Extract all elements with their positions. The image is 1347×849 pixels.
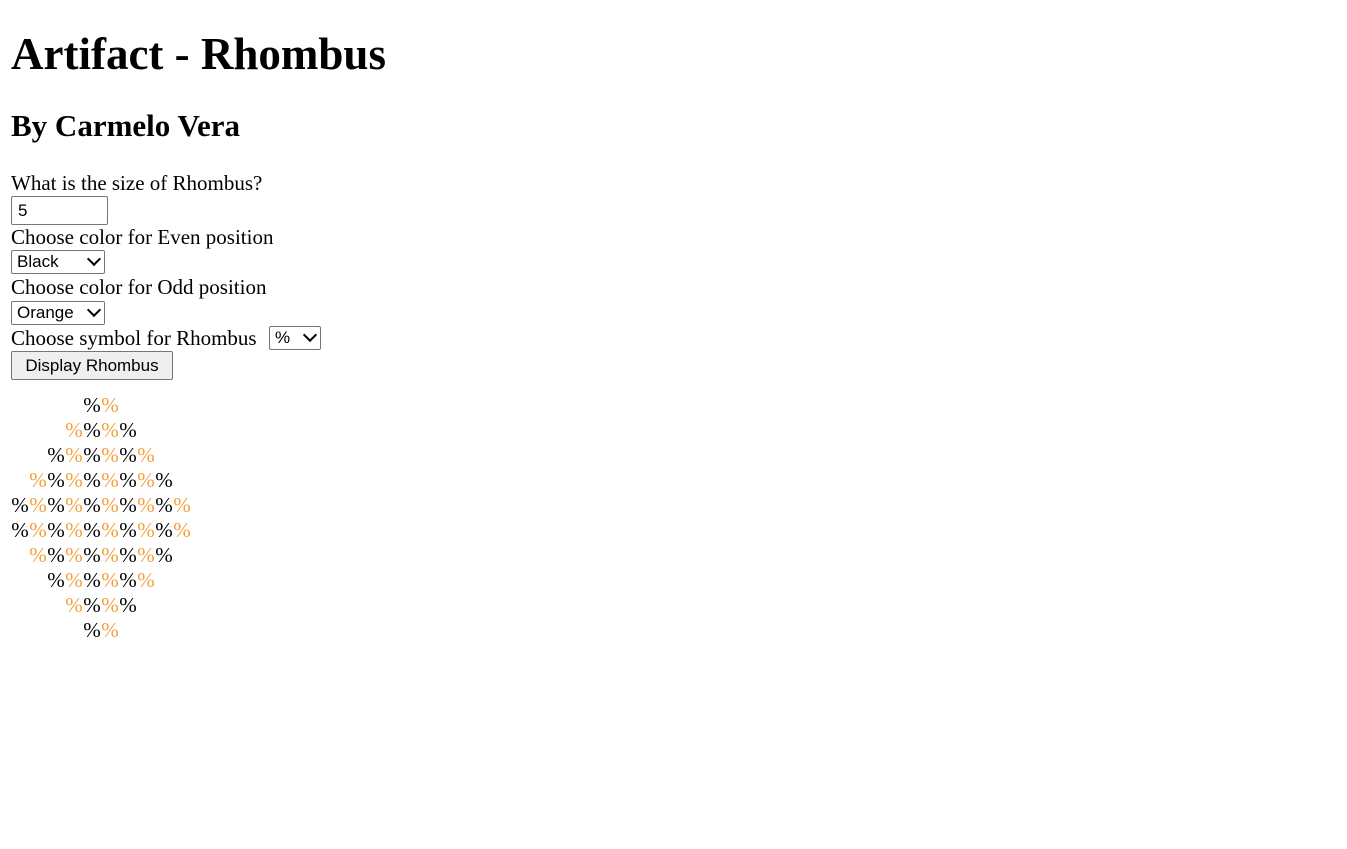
rhombus-output: %%%%%%%%%%%%%%%%%%%%%%%%%%%%%%%%%%%%%%%%… — [11, 393, 191, 643]
rhombus-symbol: % — [29, 468, 47, 492]
rhombus-symbol: % — [101, 468, 119, 492]
rhombus-symbol: % — [101, 443, 119, 467]
page-title: Artifact - Rhombus — [11, 29, 386, 79]
rhombus-symbol: % — [83, 568, 101, 592]
rhombus-symbol: % — [119, 593, 137, 617]
display-rhombus-button[interactable]: Display Rhombus — [11, 351, 173, 380]
size-label: What is the size of Rhombus? — [11, 171, 263, 195]
rhombus-symbol: % — [119, 493, 137, 517]
rhombus-symbol: % — [65, 543, 83, 567]
rhombus-symbol: % — [47, 568, 65, 592]
chevron-down-icon — [302, 327, 318, 343]
rhombus-symbol: % — [101, 493, 119, 517]
rhombus-symbol: % — [119, 518, 137, 542]
rhombus-symbol: % — [119, 543, 137, 567]
rhombus-symbol: % — [83, 468, 101, 492]
rhombus-symbol: % — [65, 443, 83, 467]
odd-color-label: Choose color for Odd position — [11, 275, 267, 299]
rhombus-row: %%%%%% — [11, 443, 191, 468]
rhombus-symbol: % — [83, 618, 101, 642]
rhombus-symbol: % — [65, 493, 83, 517]
rhombus-row: %%%%%%%% — [11, 468, 191, 493]
rhombus-symbol: % — [155, 468, 173, 492]
rhombus-row: %%%%%%%%%% — [11, 493, 191, 518]
rhombus-symbol: % — [137, 493, 155, 517]
rhombus-symbol: % — [101, 418, 119, 442]
rhombus-row: %%%%%%%% — [11, 543, 191, 568]
rhombus-symbol: % — [137, 518, 155, 542]
rhombus-symbol: % — [101, 568, 119, 592]
rhombus-symbol: % — [155, 518, 173, 542]
chevron-down-icon — [86, 251, 102, 267]
rhombus-symbol: % — [65, 468, 83, 492]
rhombus-row: %%%%%%%%%% — [11, 518, 191, 543]
rhombus-symbol: % — [119, 443, 137, 467]
symbol-value: % — [275, 328, 291, 347]
even-color-select[interactable]: Black — [11, 250, 105, 274]
rhombus-row: %%%%%% — [11, 568, 191, 593]
rhombus-symbol: % — [83, 493, 101, 517]
rhombus-symbol: % — [137, 443, 155, 467]
rhombus-symbol: % — [83, 443, 101, 467]
rhombus-symbol: % — [137, 543, 155, 567]
rhombus-symbol: % — [29, 493, 47, 517]
rhombus-symbol: % — [83, 543, 101, 567]
rhombus-row: %% — [11, 393, 191, 418]
rhombus-symbol: % — [83, 518, 101, 542]
rhombus-symbol: % — [11, 518, 29, 542]
rhombus-symbol: % — [119, 468, 137, 492]
rhombus-symbol: % — [155, 493, 173, 517]
rhombus-symbol: % — [29, 518, 47, 542]
rhombus-symbol: % — [137, 468, 155, 492]
rhombus-symbol: % — [65, 593, 83, 617]
rhombus-symbol: % — [83, 393, 101, 417]
rhombus-symbol: % — [47, 443, 65, 467]
rhombus-row: %% — [11, 618, 191, 643]
rhombus-symbol: % — [29, 543, 47, 567]
rhombus-symbol: % — [47, 468, 65, 492]
size-input[interactable] — [11, 196, 108, 225]
rhombus-symbol: % — [65, 418, 83, 442]
rhombus-symbol: % — [119, 418, 137, 442]
rhombus-symbol: % — [119, 568, 137, 592]
rhombus-symbol: % — [101, 618, 119, 642]
rhombus-symbol: % — [83, 593, 101, 617]
rhombus-symbol: % — [47, 543, 65, 567]
odd-color-select[interactable]: Orange — [11, 301, 105, 325]
rhombus-symbol: % — [83, 418, 101, 442]
rhombus-symbol: % — [173, 518, 191, 542]
symbol-label: Choose symbol for Rhombus — [11, 326, 257, 350]
chevron-down-icon — [86, 302, 102, 318]
rhombus-row: %%%% — [11, 593, 191, 618]
odd-color-value: Orange — [17, 303, 74, 322]
rhombus-symbol: % — [47, 518, 65, 542]
rhombus-symbol: % — [47, 493, 65, 517]
even-color-value: Black — [17, 252, 59, 271]
rhombus-symbol: % — [155, 543, 173, 567]
rhombus-symbol: % — [101, 593, 119, 617]
rhombus-symbol: % — [173, 493, 191, 517]
rhombus-symbol: % — [101, 543, 119, 567]
even-color-label: Choose color for Even position — [11, 225, 274, 249]
rhombus-symbol: % — [137, 568, 155, 592]
rhombus-symbol: % — [65, 568, 83, 592]
rhombus-symbol: % — [11, 493, 29, 517]
rhombus-symbol: % — [65, 518, 83, 542]
symbol-select[interactable]: % — [269, 326, 321, 350]
rhombus-symbol: % — [101, 393, 119, 417]
author-heading: By Carmelo Vera — [11, 108, 241, 143]
rhombus-row: %%%% — [11, 418, 191, 443]
rhombus-symbol: % — [101, 518, 119, 542]
